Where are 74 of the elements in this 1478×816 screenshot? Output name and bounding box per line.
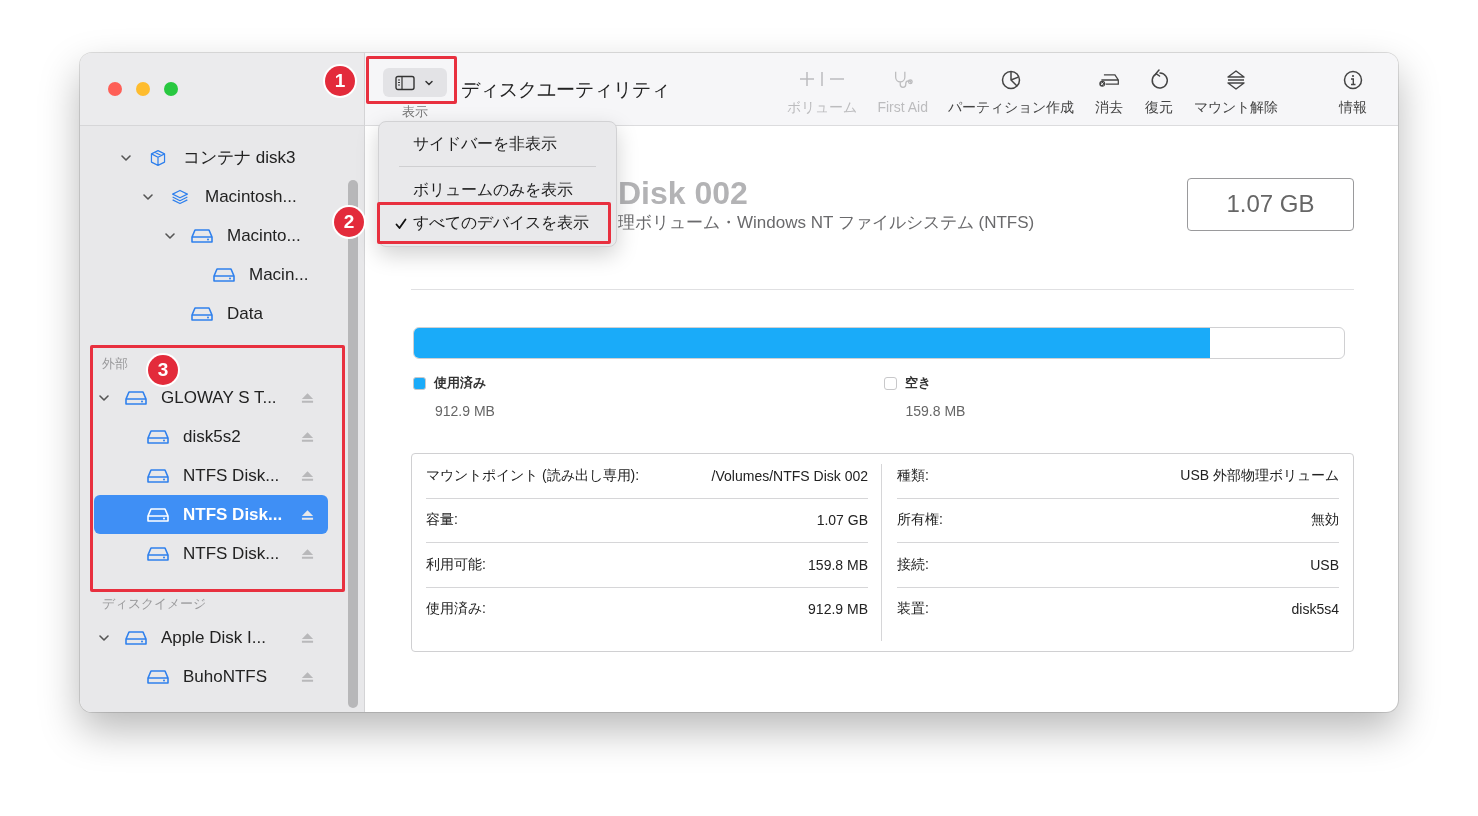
layers-icon: [169, 187, 191, 206]
eject-icon[interactable]: [301, 508, 314, 521]
info-icon: [1342, 69, 1364, 91]
info-value: 912.9 MB: [808, 601, 868, 618]
capacity-label: 1.07 GB: [1187, 177, 1354, 231]
sidebar-item[interactable]: Data: [94, 294, 328, 333]
info-label: 種類:: [897, 466, 929, 485]
legend-label: 使用済み: [434, 374, 486, 392]
eject-icon[interactable]: [301, 469, 314, 482]
info-value: 159.8 MB: [808, 556, 868, 573]
sidebar-item[interactable]: NTFS Disk...: [94, 534, 328, 573]
volume-title: Disk 002: [618, 174, 749, 212]
toolbar-button[interactable]: 情報: [1338, 69, 1368, 117]
info-label: 使用済み:: [426, 600, 486, 619]
info-label: 所有権:: [897, 511, 943, 530]
info-value: 無効: [1311, 511, 1339, 530]
drive-icon: [147, 466, 169, 485]
drive-icon: [147, 544, 169, 563]
toolbar-button[interactable]: パーティション作成: [948, 69, 1074, 117]
drive-icon: [147, 505, 169, 524]
drive-icon: [191, 226, 213, 245]
info-label: マウントポイント (読み出し専用):: [426, 466, 640, 485]
info-label: 接続:: [897, 555, 929, 574]
eject-icon[interactable]: [301, 430, 314, 443]
section-header: 外部: [102, 356, 128, 371]
drive-icon: [125, 388, 147, 407]
step-badge: 2: [334, 207, 364, 237]
info-label: 容量:: [426, 511, 458, 530]
toolbar-button[interactable]: 復元: [1144, 69, 1174, 117]
close-button[interactable]: [108, 82, 122, 96]
eject-icon[interactable]: [301, 547, 314, 560]
legend-value: 912.9 MB: [435, 403, 496, 419]
eject-icon[interactable]: [301, 670, 314, 683]
info-label: 装置:: [897, 600, 929, 619]
info-value: USB 外部物理ボリューム: [1180, 466, 1339, 485]
view-button[interactable]: [383, 68, 447, 97]
toolbar-button[interactable]: マウント解除: [1194, 69, 1278, 117]
sidebar-item[interactable]: Apple Disk I...: [94, 618, 328, 657]
window-title: ディスクユーティリティ: [461, 78, 670, 102]
drive-icon: [213, 265, 235, 284]
volume-subtitle: 理ボリューム・Windows NT ファイルシステム (NTFS): [618, 212, 1036, 234]
zoom-button[interactable]: [164, 82, 178, 96]
pie-chart-icon: [1000, 69, 1022, 91]
sidebar-item[interactable]: Macinto...: [94, 216, 328, 255]
step-badge: 1: [325, 66, 355, 96]
sidebar-item[interactable]: Macintosh...: [94, 177, 328, 216]
info-value: 1.07 GB: [816, 512, 868, 529]
unmount-icon: [1225, 69, 1247, 91]
eject-icon[interactable]: [301, 391, 314, 404]
menu-item[interactable]: サイドバーを非表示: [379, 128, 616, 161]
info-value: /Volumes/NTFS Disk 002: [711, 467, 868, 484]
drive-icon: [125, 628, 147, 647]
drive-icon: [191, 304, 213, 323]
sidebar-item[interactable]: Macin...: [94, 255, 328, 294]
sidebar-item[interactable]: コンテナ disk3: [94, 138, 328, 177]
sidebar-item[interactable]: BuhoNTFS: [94, 657, 328, 696]
menu-item[interactable]: ボリュームのみを表示: [379, 174, 616, 207]
section-header: ディスクイメージ: [102, 596, 206, 611]
info-value: USB: [1310, 556, 1339, 573]
sidebar-item[interactable]: disk5s2: [94, 417, 328, 456]
info-label: 利用可能:: [426, 555, 486, 574]
eject-icon[interactable]: [301, 631, 314, 644]
legend-label: 空き: [904, 374, 931, 392]
toolbar-label: 表示: [402, 103, 428, 121]
drive-icon: [147, 427, 169, 446]
info-value: disk5s4: [1291, 601, 1339, 618]
step-badge: 3: [148, 355, 178, 385]
minimize-button[interactable]: [136, 82, 150, 96]
drive-icon: [147, 667, 169, 686]
toolbar-button[interactable]: 消去: [1094, 69, 1124, 117]
sidebar-icon: [395, 74, 415, 91]
legend-value: 159.8 MB: [905, 403, 967, 419]
sidebar-item[interactable]: NTFS Disk...: [94, 456, 328, 495]
menu-item[interactable]: すべてのデバイスを表示: [379, 207, 616, 240]
